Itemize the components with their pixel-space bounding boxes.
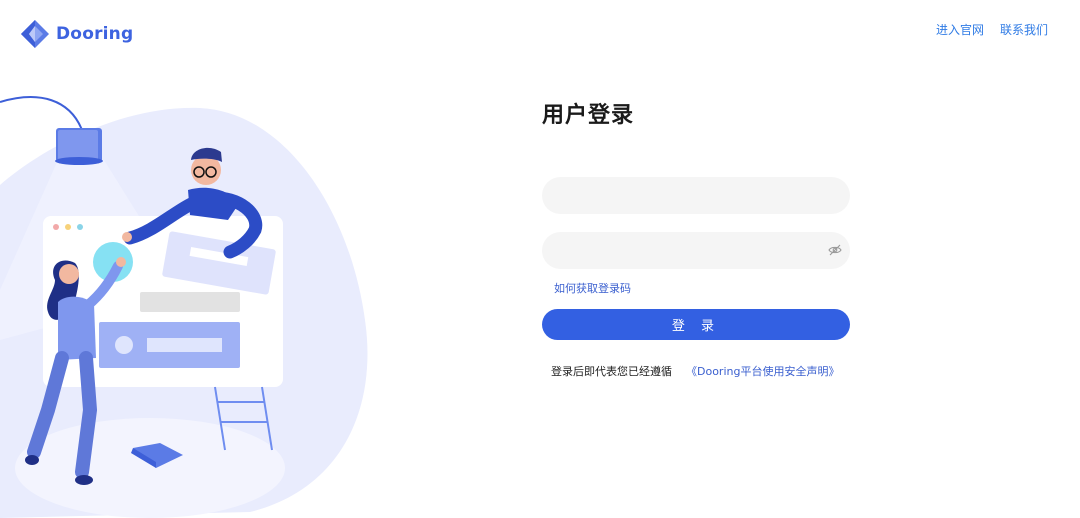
eye-off-icon[interactable] bbox=[828, 243, 842, 257]
agreement-notice: 登录后即代表您已经遵循 《Dooring平台使用安全声明》 bbox=[551, 363, 839, 379]
login-form: 用户登录 如何获取登录码 登 录 登录后即代表您已经遵循 《Dooring平台使用… bbox=[542, 100, 850, 378]
brand-name: Dooring bbox=[56, 24, 134, 44]
login-button[interactable]: 登 录 bbox=[542, 309, 850, 340]
contact-link[interactable]: 联系我们 bbox=[1000, 21, 1048, 38]
lamp-cord bbox=[0, 96, 83, 131]
enter-site-link[interactable]: 进入官网 bbox=[936, 21, 984, 38]
password-field[interactable] bbox=[542, 232, 850, 269]
agreement-text: 登录后即代表您已经遵循 bbox=[551, 365, 672, 378]
top-nav: 进入官网 联系我们 bbox=[936, 21, 1048, 38]
password-input[interactable] bbox=[542, 232, 850, 269]
username-field[interactable] bbox=[542, 177, 850, 214]
page-title: 用户登录 bbox=[542, 103, 635, 128]
security-statement-link[interactable]: 《Dooring平台使用安全声明》 bbox=[686, 365, 839, 378]
get-login-code-link[interactable]: 如何获取登录码 bbox=[554, 280, 631, 296]
diamond-logo-icon bbox=[21, 20, 49, 48]
username-input[interactable] bbox=[542, 177, 850, 214]
floor-shadow bbox=[15, 418, 285, 518]
brand-logo[interactable]: Dooring bbox=[20, 19, 133, 49]
login-illustration bbox=[0, 96, 368, 518]
